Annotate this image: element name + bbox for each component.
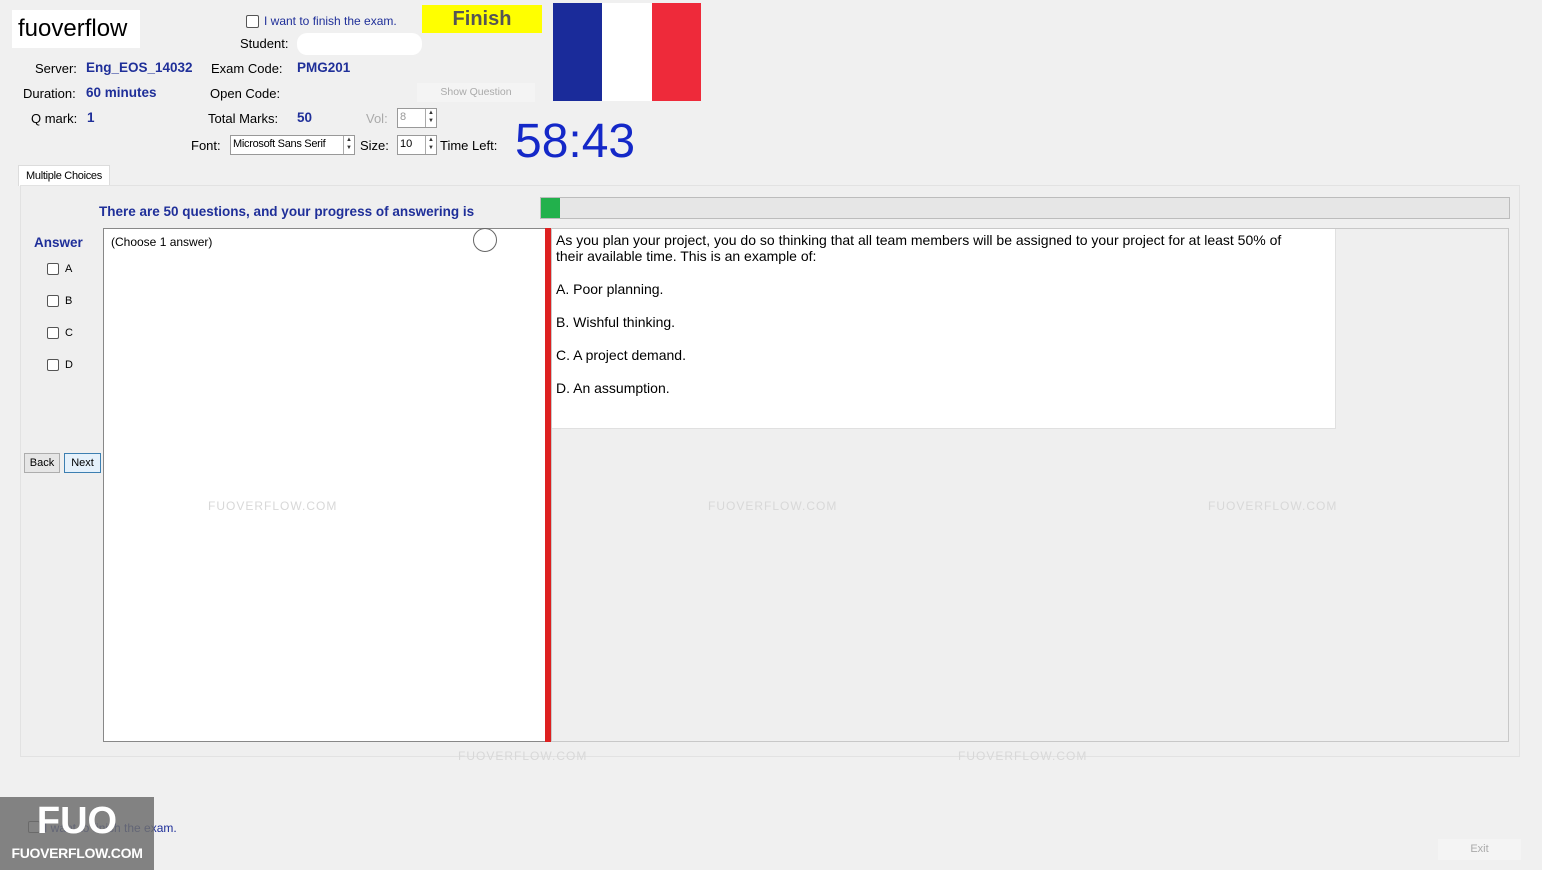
exam-code-value: PMG201 xyxy=(297,60,351,75)
next-button[interactable]: Next xyxy=(64,453,101,473)
watermark: FUOVERFLOW.COM xyxy=(1208,499,1338,513)
brand-logo: fuoverflow xyxy=(12,10,140,48)
question-box: As you plan your project, you do so thin… xyxy=(552,229,1336,429)
server-value: Eng_EOS_14032 xyxy=(86,60,193,75)
answer-option-a[interactable]: A xyxy=(47,263,72,275)
spin-arrows-icon[interactable]: ▲ ▼ xyxy=(343,136,354,154)
exam-code-label: Exam Code: xyxy=(211,61,283,76)
answer-a-checkbox[interactable] xyxy=(47,263,59,275)
student-name-redacted xyxy=(297,33,422,55)
answer-d-checkbox[interactable] xyxy=(47,359,59,371)
total-marks-value: 50 xyxy=(297,110,313,125)
show-question-button[interactable]: Show Question xyxy=(417,83,535,102)
answer-hint: (Choose 1 answer) xyxy=(111,235,213,249)
open-code-label: Open Code: xyxy=(210,86,281,101)
finish-button[interactable]: Finish xyxy=(422,5,542,33)
duration-label: Duration: xyxy=(23,86,76,101)
student-label: Student: xyxy=(240,36,289,51)
question-choice-b: B. Wishful thinking. xyxy=(556,314,676,330)
progress-text: There are 50 questions, and your progres… xyxy=(99,204,475,219)
watermark: FUOVERFLOW.COM xyxy=(458,749,588,763)
time-left-label: Time Left: xyxy=(440,138,498,153)
tab-multiple-choices[interactable]: Multiple Choices xyxy=(18,165,110,186)
exit-button[interactable]: Exit xyxy=(1438,839,1521,860)
answer-title: Answer xyxy=(34,235,83,250)
fuo-logo-sub: FUOVERFLOW.COM xyxy=(11,845,143,861)
size-label: Size: xyxy=(360,138,389,153)
vol-stepper[interactable]: 8 ▲ ▼ xyxy=(397,108,437,128)
answer-b-checkbox[interactable] xyxy=(47,295,59,307)
fuo-logo: FUO FUOVERFLOW.COM xyxy=(0,797,154,870)
answer-a-label: A xyxy=(65,263,73,275)
answer-d-label: D xyxy=(65,359,73,371)
answer-option-b[interactable]: B xyxy=(47,295,72,307)
spin-arrows-icon[interactable]: ▲ ▼ xyxy=(425,136,436,154)
qmark-value: 1 xyxy=(87,110,95,125)
flag-red-stripe xyxy=(651,3,701,101)
total-marks-label: Total Marks: xyxy=(208,111,279,126)
answer-panel: (Choose 1 answer) xyxy=(103,228,546,742)
size-value: 10 xyxy=(400,138,413,150)
progress-bar xyxy=(540,197,1510,219)
watermark: FUOVERFLOW.COM xyxy=(958,749,1088,763)
qmark-label: Q mark: xyxy=(31,111,78,126)
answer-option-d[interactable]: D xyxy=(47,359,73,371)
answer-option-c[interactable]: C xyxy=(47,327,73,339)
vol-label: Vol: xyxy=(366,111,388,126)
countdown-timer: 58:43 xyxy=(515,115,636,168)
question-choice-c: C. A project demand. xyxy=(556,347,686,363)
fuo-logo-mark: FUO xyxy=(36,800,118,842)
answer-b-label: B xyxy=(65,295,73,307)
flag-white-stripe xyxy=(602,3,652,101)
flag-blue-stripe xyxy=(553,3,603,101)
answer-c-label: C xyxy=(65,327,73,339)
duration-value: 60 minutes xyxy=(86,85,157,100)
font-stepper[interactable]: Microsoft Sans Serif ▲ ▼ xyxy=(230,135,355,155)
progress-bar-fill xyxy=(541,198,561,218)
font-value: Microsoft Sans Serif xyxy=(233,138,326,150)
finish-exam-checkbox[interactable] xyxy=(246,15,259,28)
question-choice-d: D. An assumption. xyxy=(556,380,670,396)
font-label: Font: xyxy=(191,138,221,153)
answer-c-checkbox[interactable] xyxy=(47,327,59,339)
french-flag-icon xyxy=(553,3,701,101)
question-choice-a: A. Poor planning. xyxy=(556,281,664,297)
finish-exam-label: I want to finish the exam. xyxy=(264,14,397,28)
spin-arrows-icon[interactable]: ▲ ▼ xyxy=(425,109,436,127)
watermark: FUOVERFLOW.COM xyxy=(208,499,338,513)
question-stem: As you plan your project, you do so thin… xyxy=(556,232,1282,264)
vol-value: 8 xyxy=(400,111,407,123)
size-stepper[interactable]: 10 ▲ ▼ xyxy=(397,135,437,155)
back-button[interactable]: Back xyxy=(24,453,60,473)
cursor-circle-icon xyxy=(473,228,497,252)
server-label: Server: xyxy=(35,61,77,76)
watermark: FUOVERFLOW.COM xyxy=(708,499,838,513)
